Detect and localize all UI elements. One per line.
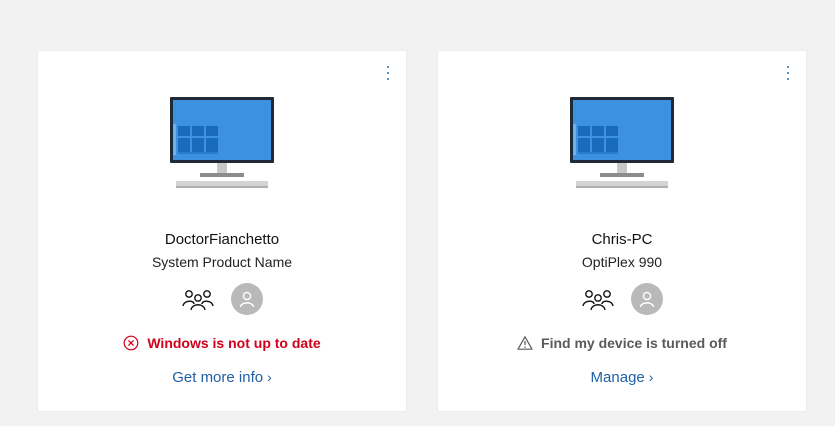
- device-status: Windows is not up to date: [38, 335, 406, 351]
- device-status: Find my device is turned off: [438, 335, 806, 351]
- status-text: Find my device is turned off: [541, 335, 727, 351]
- device-model: System Product Name: [151, 254, 293, 270]
- warning-triangle-icon: [517, 335, 533, 351]
- device-model: OptiPlex 990: [581, 254, 663, 270]
- more-options-dot-icon: [387, 78, 389, 80]
- action-label: Manage: [590, 369, 645, 386]
- action-label: Get more info: [172, 369, 264, 386]
- more-options-dot-icon: [387, 72, 389, 74]
- status-text: Windows is not up to date: [147, 335, 321, 351]
- device-users-row: [38, 283, 406, 315]
- chevron-right-icon: ›: [267, 369, 272, 385]
- device-card-doctorfianchetto: DoctorFianchetto System Product Name Win…: [38, 51, 406, 411]
- device-name: DoctorFianchetto: [164, 231, 280, 248]
- error-circle-icon: [123, 335, 139, 351]
- more-options-dot-icon: [787, 66, 789, 68]
- more-options-button[interactable]: [382, 64, 394, 82]
- devices-page: DoctorFianchetto System Product Name Win…: [0, 0, 835, 426]
- device-users-row: [438, 283, 806, 315]
- desktop-computer-icon: [570, 97, 674, 188]
- person-icon: [639, 291, 655, 308]
- family-group-icon[interactable]: [581, 286, 615, 312]
- chevron-right-icon: ›: [648, 369, 654, 385]
- more-options-dot-icon: [787, 78, 789, 80]
- device-name: Chris-PC: [591, 231, 653, 248]
- family-group-icon[interactable]: [181, 286, 215, 312]
- device-card-chris-pc: Chris-PC OptiPlex 990 Find my device is …: [438, 51, 806, 411]
- more-options-button[interactable]: [782, 64, 794, 82]
- user-avatar[interactable]: [231, 283, 263, 315]
- get-more-info-link[interactable]: Get more info ›: [38, 369, 406, 386]
- more-options-dot-icon: [387, 66, 389, 68]
- desktop-computer-icon: [170, 97, 274, 188]
- person-icon: [239, 291, 255, 308]
- manage-link[interactable]: Manage ›: [438, 369, 806, 386]
- more-options-dot-icon: [787, 72, 789, 74]
- user-avatar[interactable]: [631, 283, 663, 315]
